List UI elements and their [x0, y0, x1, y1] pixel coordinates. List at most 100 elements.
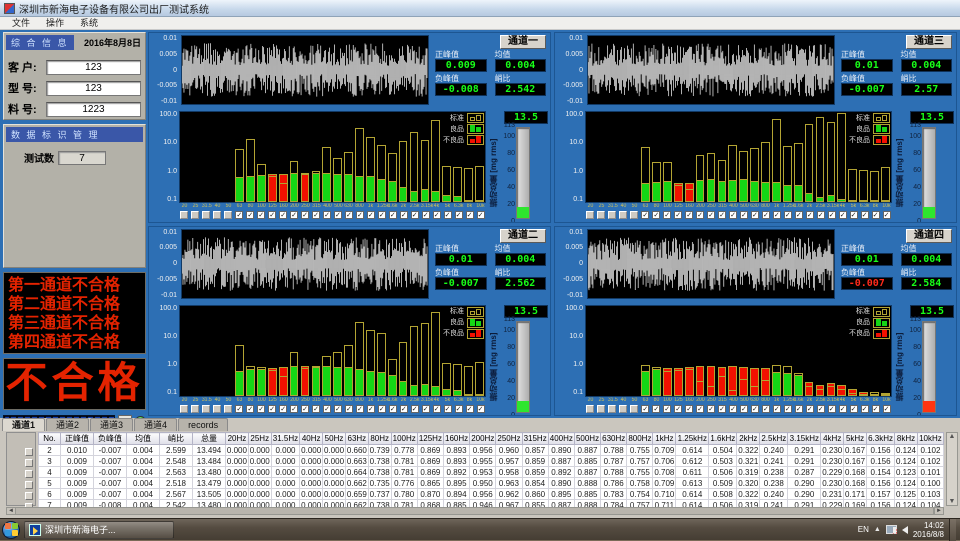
- band-checkbox[interactable]: [191, 211, 199, 219]
- volume-icon[interactable]: [902, 526, 908, 534]
- band-checkbox[interactable]: ✓: [235, 211, 243, 219]
- band-checkbox[interactable]: ✓: [850, 211, 858, 219]
- band-checkbox[interactable]: ✓: [795, 405, 803, 413]
- row-checkbox[interactable]: [25, 470, 33, 478]
- band-checkbox[interactable]: ✓: [411, 211, 419, 219]
- band-checkbox[interactable]: ✓: [235, 405, 243, 413]
- band-checkbox[interactable]: [608, 405, 616, 413]
- band-checkbox[interactable]: [224, 211, 232, 219]
- band-checkbox[interactable]: [597, 405, 605, 413]
- band-checkbox[interactable]: ✓: [466, 405, 474, 413]
- band-checkbox[interactable]: ✓: [839, 405, 847, 413]
- band-checkbox[interactable]: ✓: [652, 211, 660, 219]
- band-checkbox[interactable]: ✓: [367, 211, 375, 219]
- band-checkbox[interactable]: ✓: [696, 211, 704, 219]
- band-checkbox[interactable]: ✓: [389, 405, 397, 413]
- band-checkbox[interactable]: ✓: [685, 211, 693, 219]
- band-checkbox[interactable]: ✓: [729, 405, 737, 413]
- band-checkbox[interactable]: [213, 211, 221, 219]
- tab-4[interactable]: 通道4: [134, 418, 177, 431]
- band-checkbox[interactable]: ✓: [477, 405, 485, 413]
- band-checkbox[interactable]: ✓: [740, 211, 748, 219]
- band-checkbox[interactable]: ✓: [817, 211, 825, 219]
- band-checkbox[interactable]: [191, 405, 199, 413]
- band-checkbox[interactable]: ✓: [784, 405, 792, 413]
- band-checkbox[interactable]: ✓: [257, 211, 265, 219]
- tab-3[interactable]: 通道3: [90, 418, 133, 431]
- row-selector[interactable]: [7, 490, 35, 501]
- band-checkbox[interactable]: ✓: [290, 211, 298, 219]
- row-selector[interactable]: [7, 446, 35, 457]
- band-checkbox[interactable]: ✓: [883, 211, 891, 219]
- band-checkbox[interactable]: [213, 405, 221, 413]
- language-indicator[interactable]: EN: [858, 525, 869, 534]
- field-value[interactable]: 123: [46, 60, 141, 75]
- band-checkbox[interactable]: ✓: [378, 405, 386, 413]
- band-checkbox[interactable]: ✓: [795, 211, 803, 219]
- band-checkbox[interactable]: ✓: [422, 405, 430, 413]
- taskbar-app-button[interactable]: 深圳市新海电子...: [24, 521, 174, 539]
- band-checkbox[interactable]: ✓: [740, 405, 748, 413]
- band-checkbox[interactable]: ✓: [641, 405, 649, 413]
- band-checkbox[interactable]: [619, 405, 627, 413]
- band-checkbox[interactable]: ✓: [477, 211, 485, 219]
- band-checkbox[interactable]: ✓: [367, 405, 375, 413]
- band-checkbox[interactable]: ✓: [663, 211, 671, 219]
- band-checkbox[interactable]: ✓: [323, 405, 331, 413]
- band-checkbox[interactable]: [586, 211, 594, 219]
- band-checkbox[interactable]: ✓: [279, 211, 287, 219]
- band-checkbox[interactable]: ✓: [762, 211, 770, 219]
- band-checkbox[interactable]: ✓: [345, 211, 353, 219]
- band-checkbox[interactable]: ✓: [718, 211, 726, 219]
- band-checkbox[interactable]: ✓: [883, 405, 891, 413]
- band-checkbox[interactable]: ✓: [839, 211, 847, 219]
- band-checkbox[interactable]: [224, 405, 232, 413]
- band-checkbox[interactable]: ✓: [312, 405, 320, 413]
- field-value[interactable]: 1223: [46, 102, 141, 117]
- band-checkbox[interactable]: ✓: [257, 405, 265, 413]
- band-checkbox[interactable]: ✓: [279, 405, 287, 413]
- band-checkbox[interactable]: ✓: [718, 405, 726, 413]
- band-checkbox[interactable]: [586, 405, 594, 413]
- show-desktop-button[interactable]: [949, 519, 956, 541]
- row-checkbox[interactable]: [25, 481, 33, 489]
- tab-1[interactable]: 通道1: [2, 418, 45, 431]
- band-checkbox[interactable]: ✓: [455, 405, 463, 413]
- menu-item[interactable]: 文件: [4, 17, 38, 30]
- band-checkbox[interactable]: ✓: [466, 211, 474, 219]
- band-checkbox[interactable]: ✓: [696, 405, 704, 413]
- band-checkbox[interactable]: ✓: [674, 211, 682, 219]
- band-checkbox[interactable]: ✓: [246, 211, 254, 219]
- band-checkbox[interactable]: ✓: [806, 211, 814, 219]
- vertical-scrollbar[interactable]: ▲▼: [946, 432, 958, 506]
- band-checkbox[interactable]: ✓: [301, 211, 309, 219]
- band-checkbox[interactable]: ✓: [751, 211, 759, 219]
- band-checkbox[interactable]: ✓: [356, 405, 364, 413]
- band-checkbox[interactable]: ✓: [323, 211, 331, 219]
- band-checkbox[interactable]: ✓: [850, 405, 858, 413]
- tab-5[interactable]: records: [178, 418, 228, 431]
- band-checkbox[interactable]: ✓: [729, 211, 737, 219]
- band-checkbox[interactable]: ✓: [389, 211, 397, 219]
- band-checkbox[interactable]: ✓: [334, 211, 342, 219]
- band-checkbox[interactable]: ✓: [707, 211, 715, 219]
- band-checkbox[interactable]: ✓: [861, 405, 869, 413]
- band-checkbox[interactable]: ✓: [433, 211, 441, 219]
- band-checkbox[interactable]: ✓: [455, 211, 463, 219]
- row-selector[interactable]: [7, 457, 35, 468]
- band-checkbox[interactable]: [608, 211, 616, 219]
- band-checkbox[interactable]: ✓: [828, 211, 836, 219]
- start-button[interactable]: [2, 521, 20, 539]
- band-checkbox[interactable]: ✓: [784, 211, 792, 219]
- clock[interactable]: 14:02 2016/8/8: [913, 521, 944, 539]
- band-checkbox[interactable]: ✓: [663, 405, 671, 413]
- band-checkbox[interactable]: ✓: [444, 405, 452, 413]
- band-checkbox[interactable]: [202, 405, 210, 413]
- band-checkbox[interactable]: ✓: [411, 405, 419, 413]
- tab-2[interactable]: 通道2: [46, 418, 89, 431]
- band-checkbox[interactable]: ✓: [268, 211, 276, 219]
- channel-button[interactable]: 通道四: [906, 229, 952, 243]
- band-checkbox[interactable]: ✓: [685, 405, 693, 413]
- band-checkbox[interactable]: [630, 405, 638, 413]
- band-checkbox[interactable]: ✓: [707, 405, 715, 413]
